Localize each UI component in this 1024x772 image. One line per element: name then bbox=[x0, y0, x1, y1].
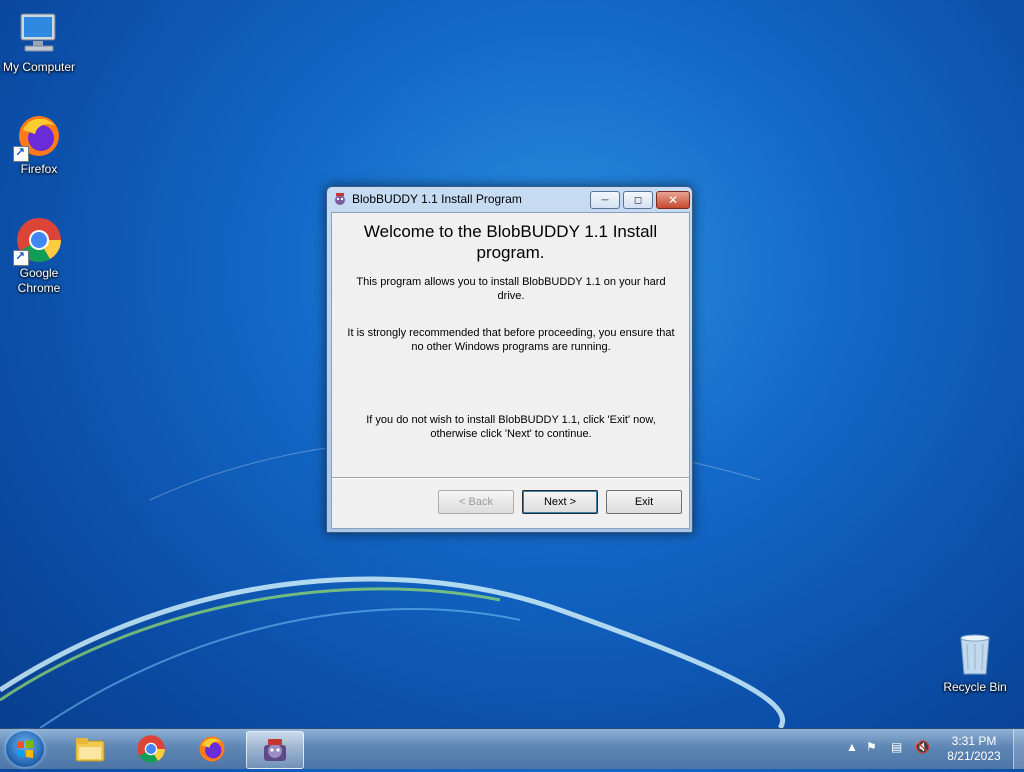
window-title: BlobBUDDY 1.1 Install Program bbox=[352, 192, 522, 206]
clock-time: 3:31 PM bbox=[951, 734, 997, 748]
volume-muted-icon[interactable]: 🔇 bbox=[915, 740, 930, 754]
back-button[interactable]: < Back bbox=[438, 490, 514, 514]
button-divider bbox=[332, 477, 689, 479]
desktop-icon-label: Firefox bbox=[20, 162, 58, 176]
firefox-icon bbox=[199, 736, 225, 762]
blobbuddy-installer-icon bbox=[264, 739, 286, 761]
welcome-heading: Welcome to the BlobBUDDY 1.1 Install pro… bbox=[363, 222, 658, 262]
maximize-button[interactable]: ◻ bbox=[623, 191, 653, 209]
windows-logo-icon bbox=[17, 740, 33, 758]
show-hidden-icons-button[interactable]: ▲ bbox=[846, 740, 858, 754]
dialog-body: Welcome to the BlobBUDDY 1.1 Install pro… bbox=[331, 212, 690, 529]
network-icon[interactable]: ▤ bbox=[891, 740, 902, 754]
folder-icon bbox=[75, 738, 105, 762]
minimize-button[interactable]: ─ bbox=[590, 191, 620, 209]
taskbar-blobbuddy-installer[interactable] bbox=[246, 731, 304, 769]
desktop-icon-google-chrome[interactable]: Google Chrome bbox=[0, 216, 78, 296]
start-button[interactable] bbox=[6, 731, 44, 767]
maximize-icon: ◻ bbox=[633, 194, 643, 206]
chrome-icon bbox=[13, 216, 63, 266]
desktop-icon-recycle-bin[interactable]: Recycle Bin bbox=[936, 630, 1014, 695]
taskbar-firefox[interactable] bbox=[184, 731, 240, 767]
clock-date: 8/21/2023 bbox=[947, 749, 1001, 763]
intro-text: This program allows you to install BlobB… bbox=[356, 276, 666, 302]
minimize-icon: ─ bbox=[601, 194, 609, 206]
desktop-icon-label: My Computer bbox=[2, 60, 76, 74]
shortcut-arrow-icon bbox=[13, 249, 29, 266]
taskbar-explorer[interactable] bbox=[62, 731, 118, 767]
recycle-bin-icon bbox=[951, 630, 999, 678]
close-button[interactable]: ✕ bbox=[656, 191, 690, 209]
firefox-icon bbox=[13, 112, 63, 162]
title-bar[interactable]: BlobBUDDY 1.1 Install Program ─ ◻ ✕ bbox=[327, 187, 692, 211]
installer-window: BlobBUDDY 1.1 Install Program ─ ◻ ✕ Welc… bbox=[326, 186, 693, 533]
show-desktop-button[interactable] bbox=[1013, 729, 1024, 769]
desktop-icon-label: Recycle Bin bbox=[943, 680, 1007, 694]
instructions-text: If you do not wish to install BlobBUDDY … bbox=[366, 414, 656, 440]
shortcut-arrow-icon bbox=[13, 145, 29, 162]
recommendation-text: It is strongly recommended that before p… bbox=[347, 327, 675, 353]
next-button[interactable]: Next > bbox=[522, 490, 598, 514]
close-icon: ✕ bbox=[667, 193, 679, 207]
taskbar-chrome[interactable] bbox=[123, 731, 179, 767]
taskbar: ▲ ⚑ ▤ 🔇 3:31 PM 8/21/2023 bbox=[0, 728, 1024, 769]
desktop: My Computer Firefox Google Chrome bbox=[0, 0, 1024, 728]
computer-icon bbox=[15, 10, 63, 58]
desktop-icon-label: Google Chrome bbox=[17, 266, 61, 295]
action-center-flag-icon[interactable]: ⚑ bbox=[866, 740, 877, 754]
desktop-icon-my-computer[interactable]: My Computer bbox=[0, 10, 78, 75]
desktop-icon-firefox[interactable]: Firefox bbox=[0, 112, 78, 177]
blobbuddy-app-icon bbox=[333, 192, 347, 206]
chrome-icon bbox=[137, 735, 165, 763]
system-clock[interactable]: 3:31 PM 8/21/2023 bbox=[943, 734, 1005, 764]
exit-button[interactable]: Exit bbox=[606, 490, 682, 514]
